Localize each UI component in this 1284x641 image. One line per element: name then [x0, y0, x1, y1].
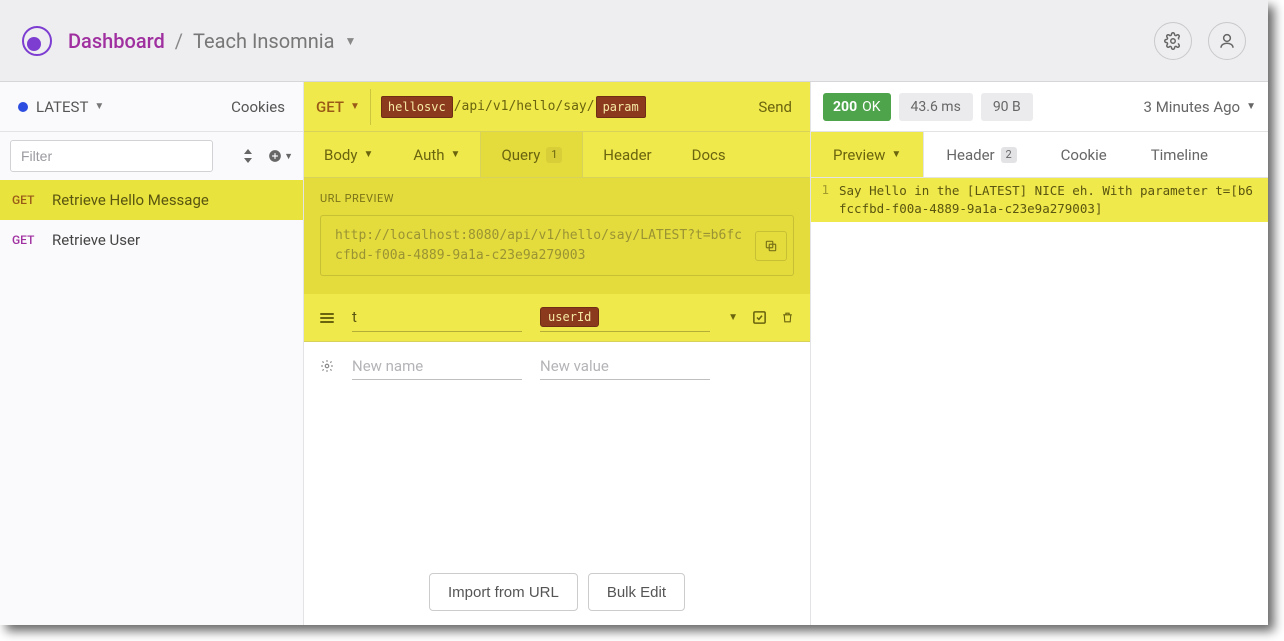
tab-response-header[interactable]: Header 2 — [924, 132, 1038, 177]
tab-docs[interactable]: Docs — [672, 132, 746, 177]
sidebar-tools: ▼ — [0, 132, 303, 180]
tab-timeline[interactable]: Timeline — [1129, 132, 1230, 177]
status-badge: 200OK — [823, 93, 891, 121]
sidebar-head: LATEST ▼ Cookies — [0, 82, 303, 132]
tab-preview[interactable]: Preview▼ — [811, 132, 924, 177]
param-row: t userId ▼ — [304, 294, 810, 342]
gear-icon — [1164, 32, 1182, 50]
copy-icon — [764, 239, 778, 253]
copy-url-button[interactable] — [755, 231, 787, 261]
request-name: Retrieve Hello Message — [52, 191, 209, 209]
url-preview-label: URL PREVIEW — [320, 192, 794, 205]
request-editor: GET ▼ hellosvc /api/v1/hello/say/ param … — [304, 82, 811, 625]
caret-down-icon[interactable]: ▼ — [94, 101, 104, 112]
url-chip-param[interactable]: param — [596, 96, 646, 118]
param-name-input[interactable]: t — [352, 304, 522, 332]
response-panel: 200OK 43.6 ms 90 B 3 Minutes Ago ▼ Previ… — [811, 82, 1268, 625]
tab-cookie[interactable]: Cookie — [1039, 132, 1129, 177]
param-name-input[interactable]: New name — [352, 352, 522, 380]
header-count-badge: 2 — [1001, 147, 1017, 163]
param-row-new: New name New value — [304, 342, 810, 390]
checkbox-checked-icon — [752, 310, 767, 325]
divider — [370, 89, 371, 125]
gear-icon — [320, 359, 334, 373]
app-logo — [22, 26, 52, 56]
tab-header[interactable]: Header — [583, 132, 671, 177]
import-from-url-button[interactable]: Import from URL — [429, 573, 578, 611]
request-method-badge: GET — [12, 233, 40, 247]
url-preview-box: http://localhost:8080/api/v1/hello/say/L… — [320, 215, 794, 276]
tab-auth[interactable]: Auth▼ — [393, 132, 480, 177]
param-settings-button[interactable] — [320, 359, 334, 373]
param-value-chip[interactable]: userId — [540, 307, 599, 327]
request-item[interactable]: GET Retrieve Hello Message — [0, 180, 303, 220]
sort-button[interactable] — [242, 149, 254, 163]
tab-body[interactable]: Body▼ — [304, 132, 393, 177]
method-dropdown[interactable]: GET ▼ — [316, 98, 360, 116]
sidebar: LATEST ▼ Cookies ▼ GET Retrieve — [0, 82, 304, 625]
request-item[interactable]: GET Retrieve User — [0, 220, 303, 260]
url-preview-section: URL PREVIEW http://localhost:8080/api/v1… — [304, 178, 810, 294]
plus-circle-icon — [268, 149, 282, 163]
param-delete[interactable] — [781, 310, 794, 325]
caret-down-icon: ▼ — [451, 149, 461, 160]
caret-down-icon[interactable]: ▼ — [728, 312, 738, 323]
caret-down-icon: ▼ — [350, 101, 360, 112]
response-time: 43.6 ms — [899, 93, 973, 121]
add-request-button[interactable]: ▼ — [268, 149, 293, 163]
request-name: Retrieve User — [52, 231, 140, 249]
param-value-input[interactable]: userId — [540, 304, 710, 332]
response-tabs: Preview▼ Header 2 Cookie Timeline — [811, 132, 1268, 178]
param-toggle[interactable] — [752, 310, 767, 325]
user-icon — [1218, 32, 1236, 50]
topbar: Dashboard / Teach Insomnia ▼ — [0, 0, 1268, 82]
trash-icon — [781, 310, 794, 325]
caret-down-icon: ▼ — [891, 149, 901, 160]
breadcrumb-workspace[interactable]: Teach Insomnia — [193, 29, 334, 53]
caret-down-icon[interactable]: ▼ — [344, 34, 356, 48]
tab-query[interactable]: Query 1 — [480, 132, 583, 177]
url-chip-host[interactable]: hellosvc — [381, 96, 453, 118]
send-button[interactable]: Send — [758, 98, 792, 116]
filter-input[interactable] — [10, 140, 213, 172]
query-params: t userId ▼ — [304, 294, 810, 390]
response-line: 1 Say Hello in the [LATEST] NICE eh. Wit… — [811, 178, 1268, 222]
url-text: /api/v1/hello/say/ — [453, 99, 596, 114]
url-input[interactable]: hellosvc /api/v1/hello/say/ param — [381, 96, 749, 118]
caret-down-icon: ▼ — [284, 151, 293, 162]
environment-name[interactable]: LATEST — [36, 98, 88, 116]
environment-dot-icon — [18, 102, 28, 112]
bulk-edit-button[interactable]: Bulk Edit — [588, 573, 685, 611]
response-body: 1 Say Hello in the [LATEST] NICE eh. Wit… — [811, 178, 1268, 222]
breadcrumb: Dashboard / Teach Insomnia ▼ — [68, 29, 356, 53]
request-tabs: Body▼ Auth▼ Query 1 Header Docs — [304, 132, 810, 178]
drag-handle-icon[interactable] — [320, 313, 334, 323]
query-count-badge: 1 — [546, 147, 562, 163]
breadcrumb-dashboard[interactable]: Dashboard — [68, 29, 165, 53]
request-list: GET Retrieve Hello Message GET Retrieve … — [0, 180, 303, 260]
url-bar: GET ▼ hellosvc /api/v1/hello/say/ param … — [304, 82, 810, 132]
param-value-input[interactable]: New value — [540, 352, 710, 380]
response-history-dropdown[interactable]: 3 Minutes Ago ▼ — [1144, 98, 1256, 116]
caret-down-icon: ▼ — [1246, 101, 1256, 112]
line-text: Say Hello in the [LATEST] NICE eh. With … — [839, 182, 1260, 218]
sort-icon — [242, 149, 254, 163]
breadcrumb-separator: / — [175, 29, 183, 53]
settings-button[interactable] — [1154, 22, 1192, 60]
response-header: 200OK 43.6 ms 90 B 3 Minutes Ago ▼ — [811, 82, 1268, 132]
request-method-badge: GET — [12, 193, 40, 207]
account-button[interactable] — [1208, 22, 1246, 60]
line-number: 1 — [815, 182, 839, 218]
query-footer: Import from URL Bulk Edit — [304, 567, 810, 625]
caret-down-icon: ▼ — [363, 149, 373, 160]
cookies-link[interactable]: Cookies — [231, 98, 285, 116]
response-size: 90 B — [981, 93, 1033, 121]
